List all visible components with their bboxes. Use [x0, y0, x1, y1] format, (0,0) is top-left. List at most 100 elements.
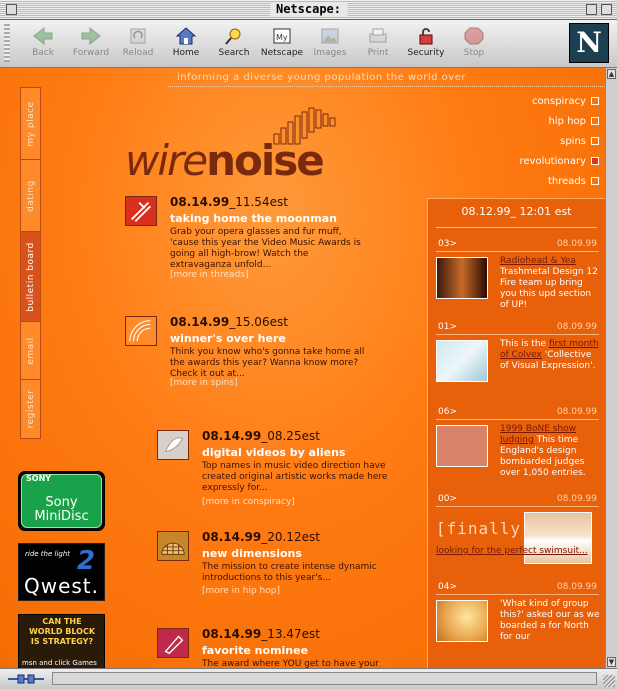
- story-date: 08.14.99_08.25est: [202, 429, 320, 443]
- nominee-thumb-icon[interactable]: [157, 628, 189, 658]
- nav-spins[interactable]: spins: [519, 136, 599, 156]
- netscape-button[interactable]: My Netscape: [259, 24, 305, 64]
- tab-bulletin-board[interactable]: bulletin board: [21, 232, 40, 322]
- resize-grip-icon[interactable]: [603, 675, 615, 687]
- tab-email[interactable]: email: [21, 322, 40, 380]
- msn-line3: IS STRATEGY?: [30, 637, 94, 646]
- nav-revolutionary[interactable]: revolutionary: [519, 156, 599, 176]
- stop-icon: [464, 27, 484, 45]
- nav-conspiracy[interactable]: conspiracy: [519, 96, 599, 116]
- zoom-box-icon[interactable]: [586, 4, 597, 15]
- story-headline[interactable]: digital videos by aliens: [202, 446, 345, 459]
- panel-item-header: 06> 08.09.99: [436, 407, 599, 420]
- item-date: 08.09.99: [556, 407, 597, 417]
- toolbar-grip[interactable]: [4, 24, 10, 62]
- section-nav: conspiracy hip hop spins revolutionary t…: [519, 96, 599, 196]
- story-date: 08.14.99_15.06est: [170, 315, 288, 329]
- story-more-link[interactable]: [more in threads]: [170, 270, 248, 280]
- aliens-thumb-icon[interactable]: [157, 430, 189, 460]
- item-pre: This is the: [500, 339, 549, 349]
- print-icon: [369, 28, 387, 43]
- item-number: 00>: [438, 494, 457, 504]
- nav-hip-hop[interactable]: hip hop: [519, 116, 599, 136]
- moonman-thumb-icon[interactable]: [125, 196, 157, 226]
- nav-label: threads: [548, 176, 586, 187]
- radiohead-image[interactable]: [436, 257, 488, 299]
- home-icon: [175, 27, 197, 45]
- colvex-image[interactable]: [436, 340, 488, 382]
- stop-button[interactable]: Stop: [451, 24, 497, 64]
- tagline: informing a diverse young population the…: [177, 72, 466, 83]
- story-date-value: 08.14.99: [202, 627, 262, 641]
- sony-minidisc-ad[interactable]: SONY Sony MiniDisc: [18, 471, 105, 531]
- search-label: Search: [218, 48, 250, 58]
- nav-label: revolutionary: [519, 156, 586, 167]
- reload-button[interactable]: Reload: [115, 24, 161, 64]
- story-time: _15.06est: [229, 315, 288, 329]
- close-box-icon[interactable]: [6, 4, 17, 15]
- navigation-toolbar: Back Forward Reload Home Search My Netsc…: [0, 20, 617, 68]
- swimsuit-link[interactable]: looking for the perfect swimsuit...: [436, 546, 588, 556]
- security-button[interactable]: Security: [403, 24, 449, 64]
- qwest-ad[interactable]: ride the light 2 Qwest.: [18, 543, 105, 601]
- reload-label: Reload: [122, 48, 154, 58]
- story-body: The mission to create intense dynamic in…: [202, 562, 377, 583]
- story-time: _20.12est: [261, 530, 320, 544]
- story-date-value: 08.14.99: [170, 195, 230, 209]
- home-label: Home: [172, 48, 200, 58]
- dimensions-thumb-icon[interactable]: [157, 531, 189, 561]
- home-button[interactable]: Home: [163, 24, 209, 64]
- story-headline[interactable]: new dimensions: [202, 547, 302, 560]
- forward-button[interactable]: Forward: [68, 24, 114, 64]
- story-date-value: 08.14.99: [170, 315, 230, 329]
- logo-part-noise: noise: [206, 136, 325, 185]
- story-headline[interactable]: winner's over here: [170, 332, 286, 345]
- print-button[interactable]: Print: [355, 24, 401, 64]
- vertical-scrollbar[interactable]: ▲ ▼: [605, 68, 617, 668]
- item-number: 03>: [438, 239, 457, 249]
- item-link[interactable]: Radiohead & Yea: [500, 256, 576, 266]
- tab-my-place[interactable]: my place: [21, 88, 40, 160]
- story-headline[interactable]: favorite nominee: [202, 644, 308, 657]
- story-more-link[interactable]: [more in spins]: [170, 378, 238, 388]
- scroll-up-arrow-icon[interactable]: ▲: [607, 69, 616, 79]
- item-date: 08.09.99: [556, 494, 597, 504]
- wirenoise-logo[interactable]: wirenoise: [125, 136, 325, 185]
- bone-show-image[interactable]: [436, 425, 488, 467]
- nav-label: conspiracy: [532, 96, 586, 107]
- scroll-down-arrow-icon[interactable]: ▼: [607, 657, 616, 667]
- sunset-image[interactable]: [436, 600, 488, 642]
- back-button[interactable]: Back: [20, 24, 66, 64]
- images-label: Images: [313, 48, 347, 58]
- title-bar[interactable]: Netscape:: [0, 0, 617, 20]
- item-number: 04>: [438, 582, 457, 592]
- netscape-logo-icon[interactable]: N: [569, 23, 609, 63]
- search-button[interactable]: Search: [211, 24, 257, 64]
- square-bullet-icon: [591, 137, 599, 145]
- qwest-brand: Qwest.: [23, 574, 100, 598]
- side-tabs: my place dating bulletin board email reg…: [20, 87, 41, 439]
- lock-icon: [419, 28, 433, 45]
- finally-heading: [finally]: [436, 519, 532, 538]
- msn-bottom: msn and click Games: [22, 659, 97, 667]
- story-date: 08.14.99_11.54est: [170, 195, 288, 209]
- images-button[interactable]: Images: [307, 24, 353, 64]
- tab-dating[interactable]: dating: [21, 160, 40, 232]
- msn-question: CAN THE WORLD BLOCK IS STRATEGY?: [22, 617, 102, 647]
- winner-thumb-icon[interactable]: [125, 316, 157, 346]
- story-time: _13.47est: [261, 627, 320, 641]
- images-icon: [321, 28, 339, 44]
- story-more-link[interactable]: [more in conspiracy]: [202, 497, 295, 507]
- nav-label: spins: [560, 136, 586, 147]
- story-more-link[interactable]: [more in hip hop]: [202, 586, 280, 596]
- qwest-number: 2: [77, 546, 96, 576]
- nav-threads[interactable]: threads: [519, 176, 599, 196]
- search-icon: [225, 28, 241, 45]
- collapse-box-icon[interactable]: [601, 4, 612, 15]
- swimsuit-image[interactable]: [524, 512, 592, 564]
- story-date: 08.14.99_20.12est: [202, 530, 320, 544]
- msn-games-ad[interactable]: CAN THE WORLD BLOCK IS STRATEGY? msn and c…: [18, 614, 105, 668]
- sony-line1: Sony: [45, 495, 78, 510]
- story-headline[interactable]: taking home the moonman: [170, 212, 337, 225]
- tab-register[interactable]: register: [21, 380, 40, 438]
